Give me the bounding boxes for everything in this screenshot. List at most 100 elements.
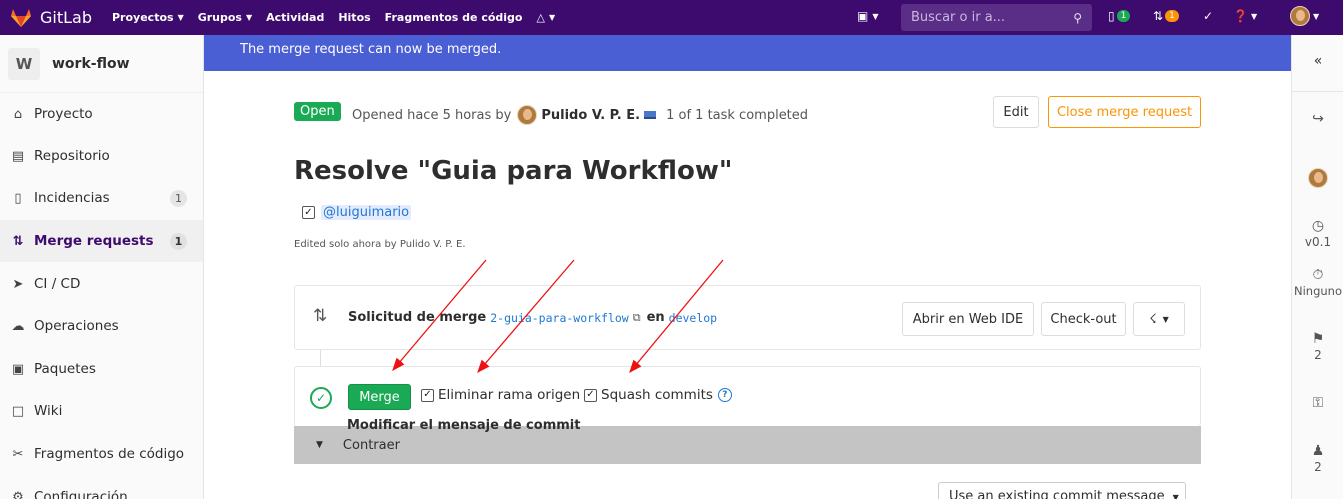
- download-dropdown[interactable]: ☇ ▼: [1133, 302, 1185, 336]
- right-sidebar-divider: [1292, 91, 1343, 92]
- merge-request-icon: ⇅: [313, 306, 328, 326]
- merge-button[interactable]: Merge: [348, 384, 411, 410]
- nav-actividad[interactable]: Actividad: [266, 11, 324, 24]
- todo-check-icon: ✓: [1203, 9, 1214, 23]
- merge-request-icon: ⇅: [1153, 9, 1164, 23]
- opened-text: Opened hace 5 horas by: [352, 107, 512, 123]
- copy-icon[interactable]: ⧉: [633, 311, 641, 325]
- top-navbar: GitLab Proyectos ▼ Grupos ▼ Actividad Hito…: [0, 0, 1343, 35]
- assignee-avatar-img: [1308, 168, 1328, 188]
- source-branch-link[interactable]: 2-guia-para-workflow: [490, 311, 628, 325]
- lock-item[interactable]: ⚿: [1292, 395, 1343, 411]
- assign-yourself-button[interactable]: ↪: [1292, 111, 1343, 127]
- laptop-icon: [644, 111, 657, 119]
- issues-icon: ▯: [1108, 9, 1115, 23]
- book-icon: ▤: [11, 148, 25, 164]
- gauge-icon: △: [536, 11, 545, 24]
- help-icon: ❓: [1233, 9, 1248, 23]
- sidebar-item-ci-cd[interactable]: ➤ CI / CD: [0, 263, 203, 305]
- remove-source-branch-option[interactable]: ✓ Eliminar rama origen: [421, 387, 580, 403]
- flash-notice: The merge request can now be merged.: [204, 35, 1291, 71]
- package-icon: ▣: [11, 361, 25, 377]
- user-assign-icon: ↪: [1312, 111, 1324, 127]
- search-icon: ⚲: [1073, 10, 1082, 25]
- project-name: work-flow: [52, 55, 130, 72]
- edited-note: Edited solo ahora by Pulido V. P. E.: [294, 239, 466, 250]
- sidebar-item-incidencias[interactable]: ▯ Incidencias 1: [0, 177, 203, 219]
- assignee-avatar[interactable]: [1292, 168, 1343, 192]
- user-mention-link[interactable]: @luiguimario: [321, 205, 412, 220]
- search-placeholder: Buscar o ir a...: [911, 10, 1006, 25]
- nav-proyectos[interactable]: Proyectos ▼: [112, 11, 184, 24]
- project-sidebar: W work-flow ⌂ Proyecto ▤ Repositorio ▯ Inci…: [0, 35, 204, 499]
- sidebar-item-configuracion[interactable]: ⚙ Configuración: [0, 476, 203, 499]
- sidebar-item-proyecto[interactable]: ⌂ Proyecto: [0, 93, 203, 135]
- todos-nav-link[interactable]: ✓: [1203, 9, 1213, 23]
- branch-info: Solicitud de merge 2-guia-para-workflow …: [348, 310, 721, 325]
- new-item-dropdown[interactable]: ▣ ▼: [857, 9, 879, 23]
- task-item: ✓ @luiguimario: [302, 205, 412, 220]
- wiki-icon: □: [11, 403, 25, 419]
- labels-item[interactable]: ⚑ 2: [1292, 331, 1343, 363]
- gitlab-logo[interactable]: GitLab: [10, 8, 92, 28]
- task-checkbox[interactable]: ✓: [302, 206, 315, 219]
- logo-text: GitLab: [40, 8, 92, 27]
- merge-widget: ✓ Merge ✓ Eliminar rama origen ✓ Squash co…: [294, 366, 1201, 426]
- gitlab-fox-icon: [11, 8, 31, 27]
- branch-connector: en: [646, 310, 665, 325]
- download-icon: ☇: [1149, 311, 1157, 327]
- merge-requests-count: 1: [170, 232, 187, 250]
- snippet-icon: ✂: [12, 446, 24, 462]
- merge-request-icon: ⇅: [12, 233, 24, 249]
- lock-icon: ⚿: [1312, 395, 1324, 411]
- nav-fragmentos[interactable]: Fragmentos de código: [385, 11, 523, 24]
- sidebar-item-fragmentos[interactable]: ✂ Fragmentos de código: [0, 433, 203, 475]
- participants-item[interactable]: ♟ 2: [1292, 443, 1343, 475]
- right-sidebar: « ↪ ◷ v0.1 ⏱ Ninguno ⚑ 2 ⚿ ♟ 2: [1291, 35, 1343, 499]
- issues-count-badge: 1: [1116, 10, 1131, 22]
- sidebar-item-repositorio[interactable]: ▤ Repositorio: [0, 135, 203, 177]
- time-tracking-item[interactable]: ⏱ Ninguno: [1292, 267, 1343, 299]
- sidebar-item-merge-requests[interactable]: ⇅ Merge requests 1: [0, 220, 203, 262]
- success-check-icon: ✓: [310, 387, 332, 409]
- merge-request-content: Open Opened hace 5 horas by Pulido V. P.…: [204, 71, 1291, 499]
- chevron-down-icon: ▼: [316, 440, 323, 450]
- target-branch-link[interactable]: develop: [669, 311, 717, 325]
- author-avatar[interactable]: [517, 105, 538, 125]
- commit-message-select[interactable]: Use an existing commit message ▼: [938, 482, 1186, 499]
- sidebar-item-operaciones[interactable]: ☁ Operaciones: [0, 305, 203, 347]
- nav-hitos[interactable]: Hitos: [338, 11, 370, 24]
- issues-icon: ▯: [14, 190, 22, 206]
- settings-icon: ⚙: [12, 489, 24, 499]
- project-header[interactable]: W work-flow: [0, 35, 203, 93]
- commit-message-label: Modificar el mensaje de commit: [347, 418, 581, 433]
- mr-meta: Opened hace 5 horas by Pulido V. P. E. 1…: [352, 105, 808, 125]
- sidebar-item-wiki[interactable]: □ Wiki: [0, 390, 203, 432]
- search-input[interactable]: Buscar o ir a... ⚲: [901, 4, 1092, 31]
- sidebar-item-paquetes[interactable]: ▣ Paquetes: [0, 348, 203, 390]
- help-dropdown[interactable]: ❓ ▼: [1233, 9, 1257, 23]
- web-ide-button[interactable]: Abrir en Web IDE: [902, 302, 1034, 336]
- checkout-button[interactable]: Check-out: [1041, 302, 1126, 336]
- mr-nav-link[interactable]: ⇅ 1: [1153, 9, 1179, 23]
- user-menu[interactable]: ▼: [1290, 6, 1319, 26]
- squash-checkbox[interactable]: ✓: [584, 388, 597, 402]
- issues-nav-link[interactable]: ▯ 1: [1108, 9, 1131, 23]
- nav-more-dropdown[interactable]: △ ▼: [536, 11, 555, 24]
- author-link[interactable]: Pulido V. P. E.: [541, 108, 640, 123]
- edit-button[interactable]: Edit: [993, 96, 1039, 128]
- milestone-item[interactable]: ◷ v0.1: [1292, 218, 1343, 250]
- collapse-sidebar-button[interactable]: «: [1292, 53, 1343, 69]
- close-mr-button[interactable]: Close merge request: [1048, 96, 1201, 128]
- clock-icon: ◷: [1311, 218, 1325, 234]
- cloud-icon: ☁: [11, 318, 25, 334]
- help-icon[interactable]: ?: [717, 388, 732, 402]
- mr-label: Solicitud de merge: [348, 310, 487, 325]
- status-badge: Open: [294, 102, 341, 121]
- squash-commits-option[interactable]: ✓ Squash commits?: [584, 387, 732, 403]
- nav-grupos[interactable]: Grupos ▼: [198, 11, 252, 24]
- users-icon: ♟: [1311, 443, 1325, 459]
- remove-branch-checkbox[interactable]: ✓: [421, 388, 434, 402]
- plus-square-icon: ▣: [857, 9, 869, 23]
- mr-widget-header: ⇅ Solicitud de merge 2-guia-para-workflo…: [294, 285, 1201, 350]
